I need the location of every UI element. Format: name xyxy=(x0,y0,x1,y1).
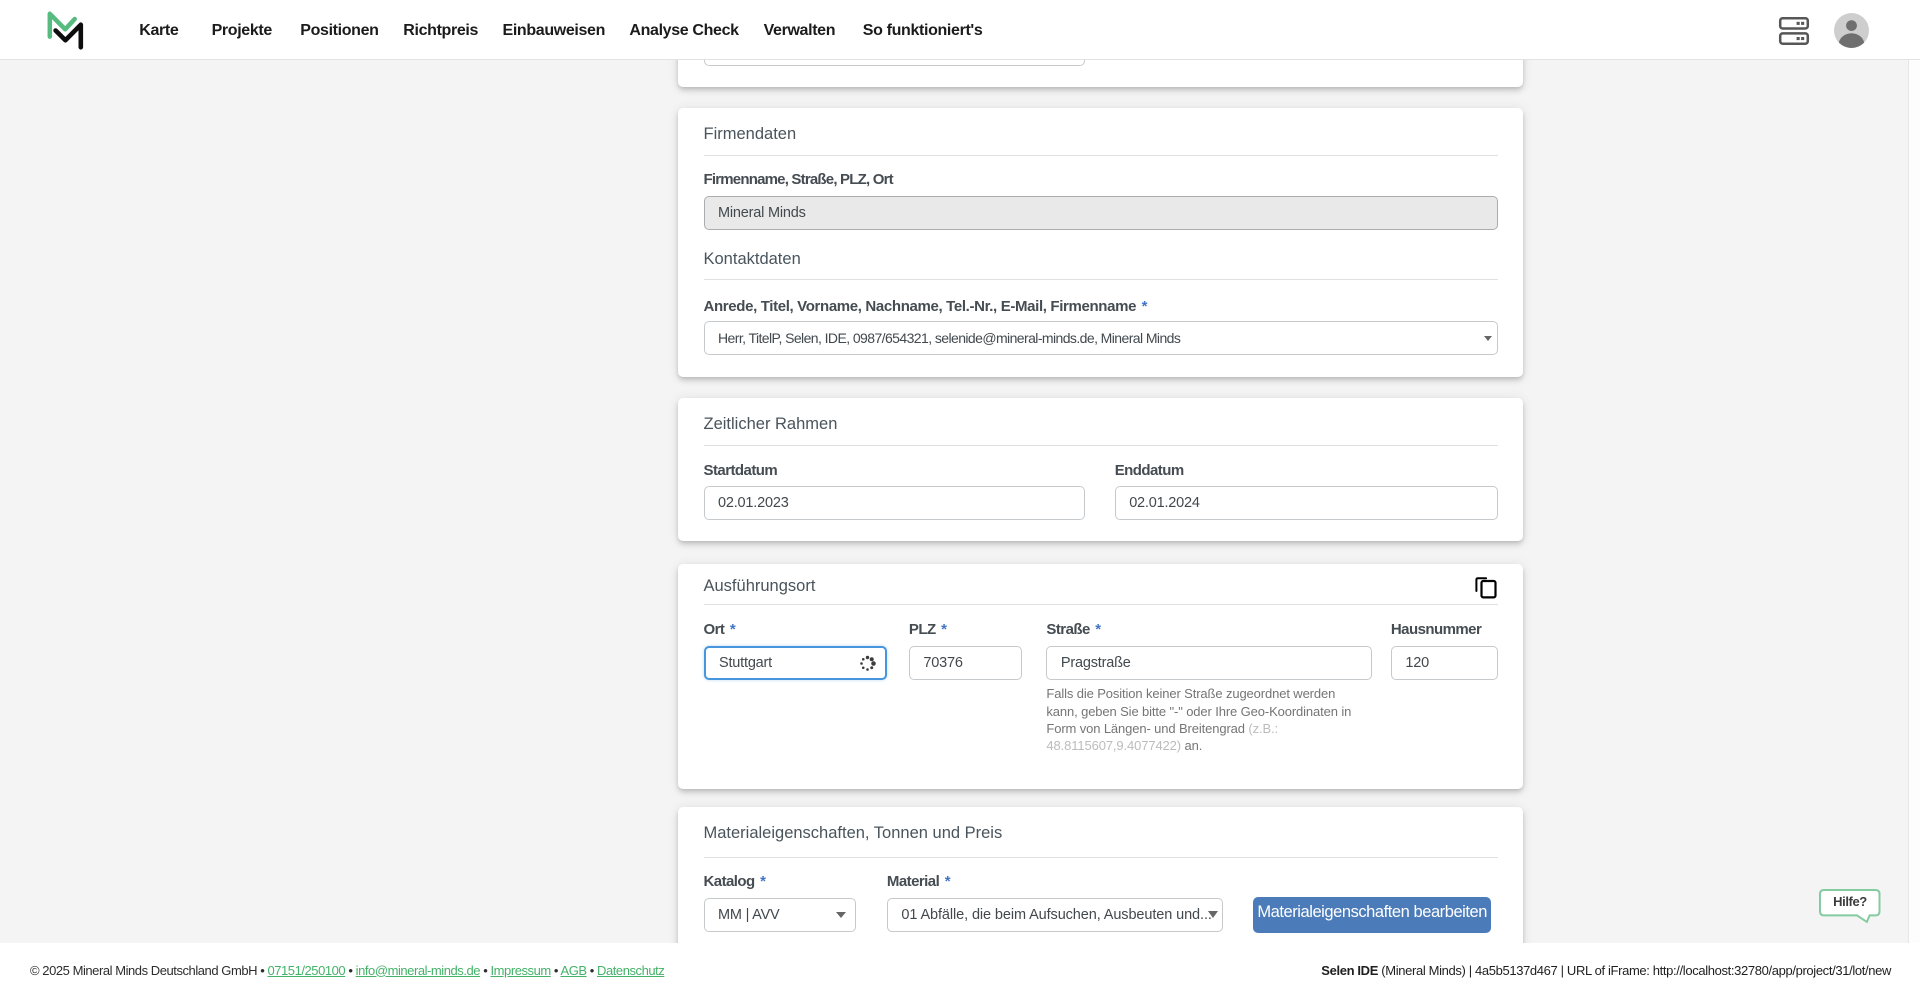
svg-text:Hilfe?: Hilfe? xyxy=(1833,894,1867,909)
